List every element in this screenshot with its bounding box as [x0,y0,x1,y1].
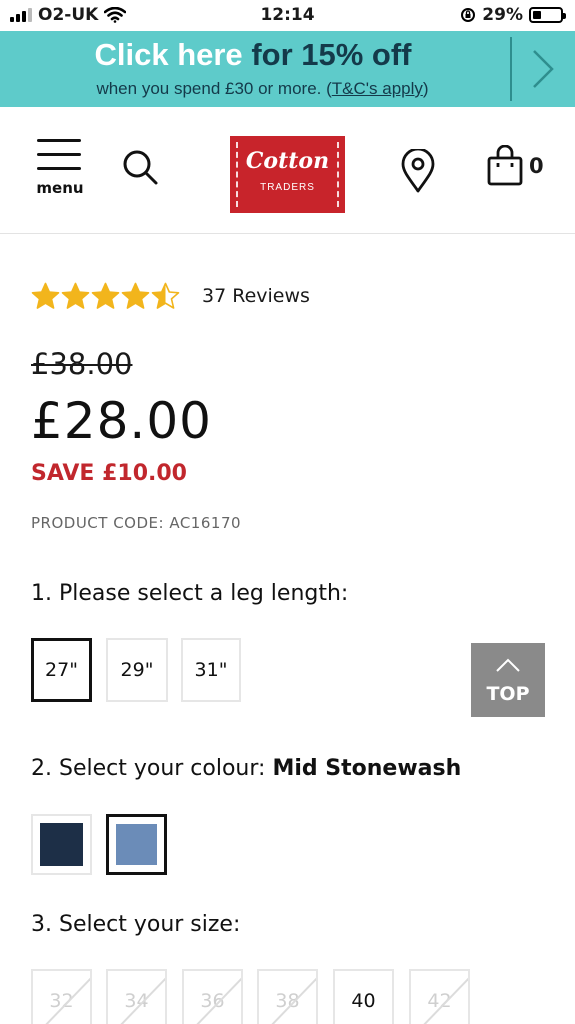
original-price: £38.00 [31,347,133,381]
saving-amount: SAVE £10.00 [31,461,187,486]
orientation-lock-icon [461,8,476,22]
star-icon [91,282,120,309]
site-header: menu Cotton TRADERS 0 [0,107,575,234]
star-icon [121,282,150,309]
size-heading: 3. Select your size: [31,912,241,937]
status-right: 29% [460,5,566,25]
leg-length-heading: 1. Please select a leg length: [31,581,349,606]
leg-length-option[interactable]: 31" [181,638,241,702]
review-count[interactable]: 37 Reviews [202,285,310,307]
menu-label: menu [36,179,84,197]
size-option-label: 40 [351,990,376,1012]
star-icon [151,282,180,309]
promo-title: Click here for 15% off [0,37,506,73]
shopping-bag-icon[interactable] [486,145,526,187]
logo-text: Cotton [245,148,330,174]
colour-swatch[interactable] [31,814,92,875]
product-rating[interactable]: 37 Reviews [31,282,310,310]
size-option-label: 42 [427,990,452,1012]
star-icon [61,282,90,309]
size-option[interactable]: 42 [409,969,470,1024]
promo-highlight: Click here [94,37,243,72]
size-option[interactable]: 40 [333,969,394,1024]
battery-icon [529,7,566,23]
logo-subtext: TRADERS [260,182,315,193]
colour-heading-text: 2. Select your colour: [31,756,273,781]
status-bar: O2-UK 12:14 29% [0,0,575,30]
size-option-label: 34 [124,990,149,1012]
size-option-label: 38 [275,990,300,1012]
brand-logo[interactable]: Cotton TRADERS [230,136,345,213]
size-option[interactable]: 34 [106,969,167,1024]
back-to-top-button[interactable]: TOP [471,643,545,717]
star-icon [31,282,60,309]
selected-colour-name: Mid Stonewash [272,756,462,781]
cart-count: 0 [529,154,544,178]
promo-title-rest: for 15% off [251,37,412,72]
current-price: £28.00 [31,392,212,450]
colour-heading: 2. Select your colour: Mid Stonewash [31,756,461,781]
promo-subtitle-end: ) [422,79,429,98]
product-code: PRODUCT CODE: AC16170 [31,514,242,532]
promo-divider [510,37,512,101]
location-pin-icon[interactable] [400,149,436,193]
size-option[interactable]: 32 [31,969,92,1024]
size-option[interactable]: 38 [257,969,318,1024]
battery-percent: 29% [482,5,523,25]
swatch-chip [40,823,83,866]
menu-button[interactable]: menu [32,139,88,201]
chevron-up-icon [496,658,520,672]
back-to-top-label: TOP [486,683,530,705]
chevron-right-icon[interactable] [528,47,558,91]
promo-subtitle: when you spend £30 or more. (T&C's apply… [0,79,575,99]
size-option[interactable]: 36 [182,969,243,1024]
swatch-chip [116,824,157,865]
search-icon[interactable] [120,147,160,187]
promo-subtitle-text: when you spend £30 or more. ( [96,79,332,98]
size-option-label: 36 [200,990,225,1012]
rating-stars [31,282,180,310]
size-option-label: 32 [49,990,74,1012]
leg-length-option[interactable]: 29" [106,638,168,702]
terms-link[interactable]: T&C's apply [332,79,423,98]
colour-swatch[interactable] [106,814,167,875]
leg-length-option[interactable]: 27" [31,638,92,702]
promo-banner[interactable]: Click here for 15% off when you spend £3… [0,31,575,107]
